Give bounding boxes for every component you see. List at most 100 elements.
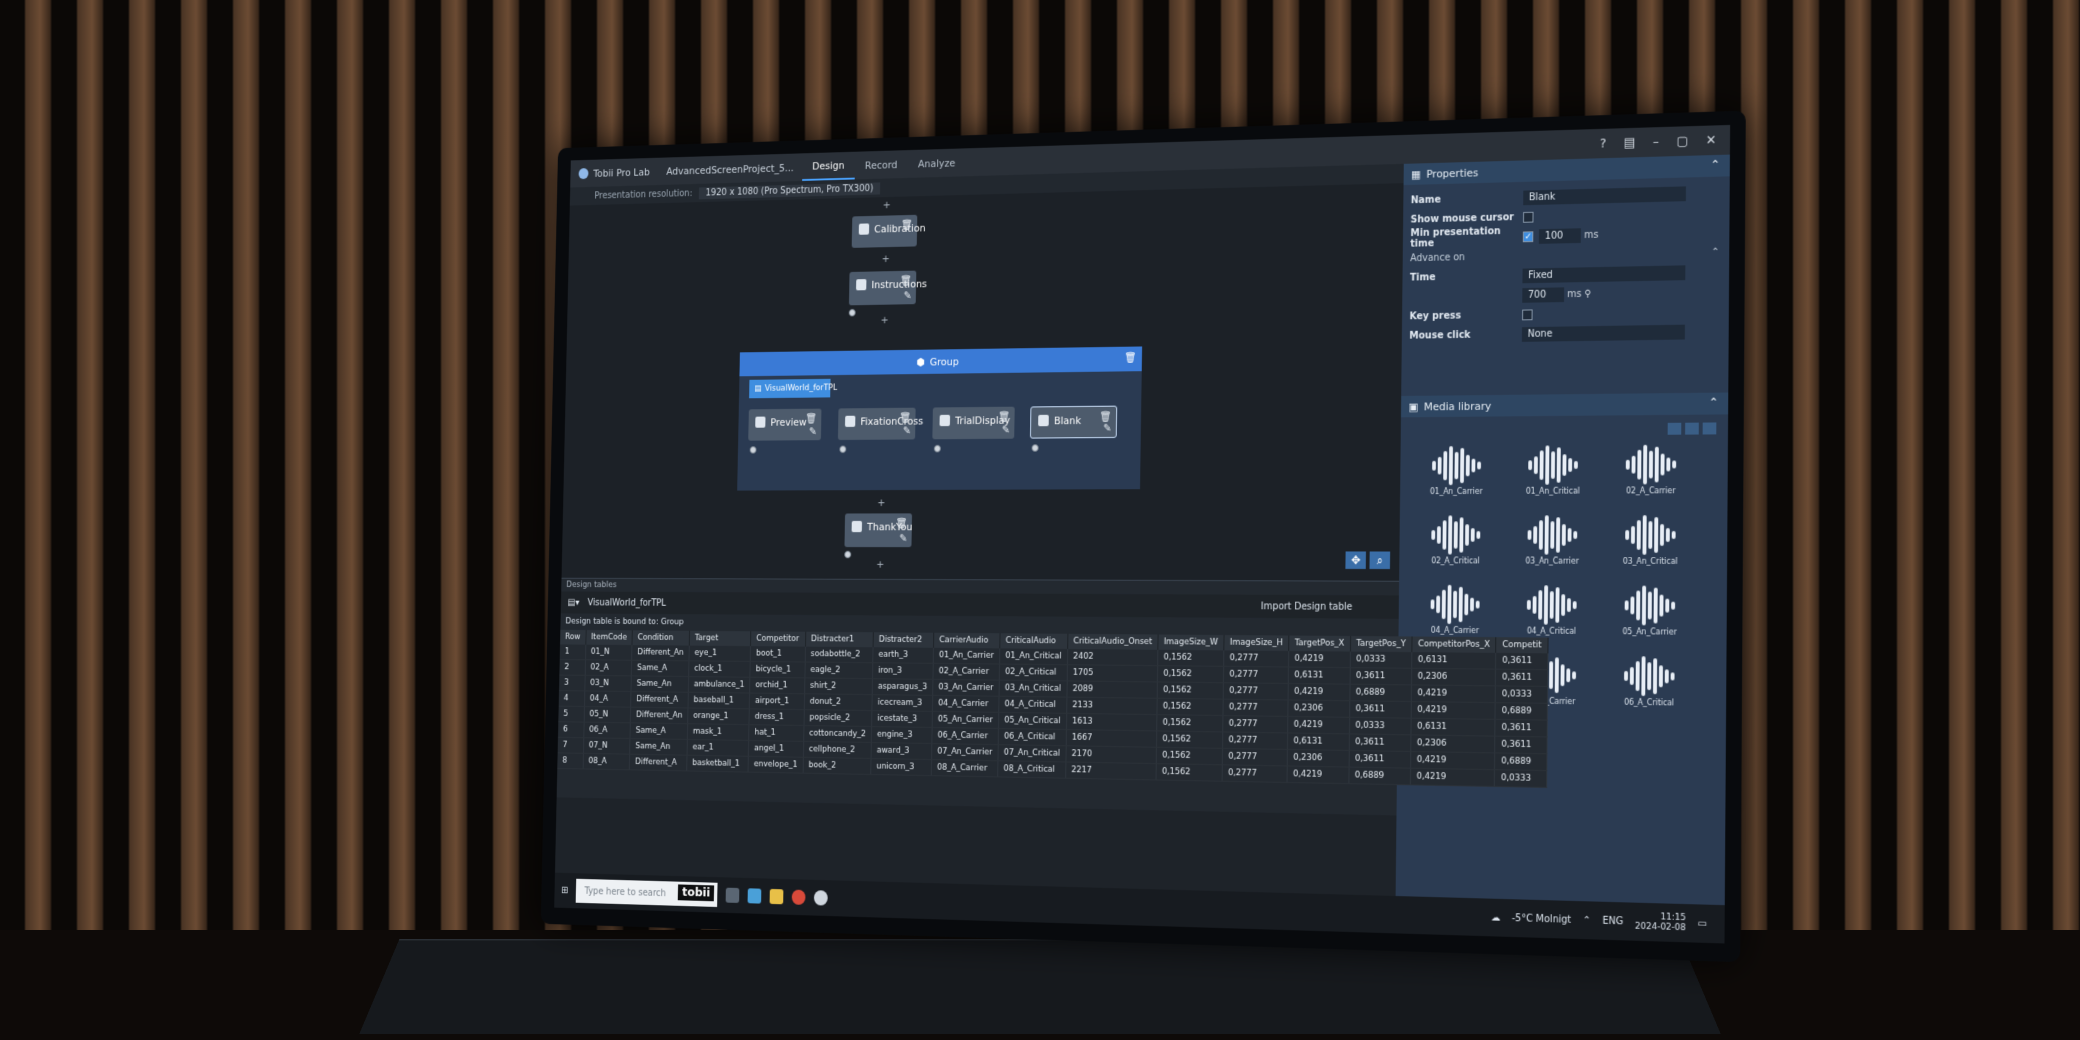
resolution-select[interactable]: 1920 x 1080 (Pro Spectrum, Pro TX300) bbox=[698, 181, 881, 199]
table-cell[interactable]: ambulance_1 bbox=[688, 676, 751, 694]
table-cell[interactable]: 0,4219 bbox=[1411, 701, 1496, 720]
table-cell[interactable]: 0,6889 bbox=[1348, 767, 1411, 785]
media-item[interactable]: 01_An_Carrier bbox=[1409, 444, 1503, 496]
table-cell[interactable]: Same_A bbox=[631, 660, 690, 677]
column-header[interactable]: Distracter1 bbox=[805, 631, 874, 648]
trash-icon[interactable]: 🗑 bbox=[1124, 351, 1137, 364]
table-cell[interactable]: 0,6131 bbox=[1287, 732, 1350, 751]
table-cell[interactable]: eagle_2 bbox=[804, 662, 873, 679]
chevron-up-icon[interactable]: ⌃ bbox=[1709, 396, 1719, 410]
table-cell[interactable]: 0,2306 bbox=[1287, 699, 1350, 718]
media-item[interactable]: 04_A_Critical bbox=[1504, 583, 1600, 636]
add-node-plus-icon[interactable]: + bbox=[876, 558, 885, 570]
table-cell[interactable]: 05_An_Carrier bbox=[932, 711, 999, 729]
table-cell[interactable]: 0,2777 bbox=[1222, 699, 1288, 717]
pencil-icon[interactable]: ✎ bbox=[1103, 422, 1111, 434]
table-cell[interactable]: 01_An_Critical bbox=[999, 648, 1068, 665]
column-header[interactable]: TargetPos_Y bbox=[1350, 636, 1412, 653]
table-cell[interactable]: donut_2 bbox=[804, 693, 873, 711]
file-explorer-icon[interactable] bbox=[769, 888, 784, 905]
trash-icon[interactable]: 🗑 bbox=[899, 411, 911, 423]
table-cell[interactable]: 0,2777 bbox=[1222, 764, 1288, 783]
table-cell[interactable]: 0,0333 bbox=[1495, 685, 1548, 704]
table-cell[interactable]: 0,1562 bbox=[1155, 763, 1223, 782]
table-cell[interactable]: orchid_1 bbox=[749, 677, 805, 694]
table-cell[interactable]: hat_1 bbox=[748, 724, 804, 742]
table-cell[interactable]: 0,3611 bbox=[1495, 652, 1548, 670]
table-cell[interactable]: popsicle_2 bbox=[803, 709, 872, 727]
table-cell[interactable]: 0,2777 bbox=[1222, 715, 1288, 733]
time-ms-field[interactable]: 700 bbox=[1522, 286, 1565, 303]
table-cell[interactable]: 1705 bbox=[1067, 664, 1158, 682]
table-cell[interactable]: 02_A_Carrier bbox=[932, 663, 1000, 681]
table-cell[interactable]: Same_A bbox=[630, 722, 688, 740]
column-header[interactable]: ItemCode bbox=[585, 629, 633, 646]
table-cell[interactable]: sodabottle_2 bbox=[805, 646, 874, 663]
add-node-plus-icon[interactable]: + bbox=[880, 314, 889, 326]
pencil-icon[interactable]: ✎ bbox=[903, 425, 911, 437]
table-cell[interactable]: 0,1562 bbox=[1156, 714, 1223, 732]
table-cell[interactable]: asparagus_3 bbox=[872, 678, 933, 696]
minimize-icon[interactable]: – bbox=[1653, 134, 1659, 149]
trash-icon[interactable]: 🗑 bbox=[901, 219, 913, 231]
column-header[interactable]: ImageSize_W bbox=[1157, 634, 1225, 651]
blank-node[interactable]: Blank 🗑 ✎ bbox=[1029, 405, 1118, 439]
port-dot[interactable] bbox=[839, 445, 847, 454]
table-cell[interactable]: baseball_1 bbox=[688, 692, 750, 709]
table-cell[interactable]: mask_1 bbox=[687, 723, 750, 741]
table-cell[interactable]: Different_A bbox=[629, 754, 688, 771]
table-cell[interactable]: iron_3 bbox=[872, 662, 934, 680]
pencil-icon[interactable]: ✎ bbox=[809, 425, 817, 437]
table-cell[interactable]: 2133 bbox=[1066, 697, 1158, 715]
media-item[interactable]: 02_A_Carrier bbox=[1602, 442, 1699, 495]
show-cursor-checkbox[interactable] bbox=[1523, 211, 1534, 223]
table-cell[interactable]: engine_3 bbox=[871, 726, 933, 744]
table-cell[interactable]: 7 bbox=[557, 737, 584, 754]
tobii-pro-lab-icon[interactable] bbox=[814, 890, 829, 906]
table-cell[interactable]: 0,2777 bbox=[1223, 666, 1289, 684]
table-cell[interactable]: 2402 bbox=[1067, 649, 1158, 666]
table-cell[interactable]: 0,1562 bbox=[1157, 681, 1224, 700]
table-cell[interactable]: airport_1 bbox=[749, 693, 805, 710]
table-cell[interactable]: 0,4219 bbox=[1411, 684, 1496, 703]
link-icon[interactable]: ⚲ bbox=[1584, 288, 1591, 299]
table-cell[interactable]: envelope_1 bbox=[748, 756, 804, 774]
close-icon[interactable]: ✕ bbox=[1706, 133, 1717, 148]
table-cell[interactable]: 0,2777 bbox=[1222, 731, 1288, 750]
table-cell[interactable]: 05_N bbox=[583, 706, 631, 723]
table-cell[interactable]: 0,3611 bbox=[1495, 669, 1548, 687]
media-item[interactable]: 02_A_Critical bbox=[1409, 513, 1504, 565]
table-cell[interactable]: boot_1 bbox=[750, 646, 806, 663]
media-item[interactable]: 01_An_Critical bbox=[1505, 443, 1601, 496]
column-header[interactable]: Row bbox=[560, 629, 586, 645]
table-cell[interactable]: 0,3611 bbox=[1349, 733, 1411, 752]
mouse-click-select[interactable]: None bbox=[1521, 324, 1685, 342]
port-dot[interactable] bbox=[1031, 444, 1039, 452]
grid-view-icon[interactable] bbox=[1667, 422, 1682, 435]
tab-record[interactable]: Record bbox=[854, 150, 907, 179]
table-cell[interactable]: 0,6131 bbox=[1288, 666, 1351, 685]
table-cell[interactable]: orange_1 bbox=[687, 707, 750, 725]
table-cell[interactable]: 0,1562 bbox=[1156, 747, 1223, 765]
table-cell[interactable]: 0,2777 bbox=[1223, 682, 1289, 700]
table-cell[interactable]: 0,3611 bbox=[1495, 736, 1548, 754]
table-cell[interactable]: Different_An bbox=[630, 707, 689, 724]
table-cell[interactable]: bicycle_1 bbox=[750, 661, 806, 678]
table-cell[interactable]: 2089 bbox=[1066, 680, 1158, 699]
table-cell[interactable]: angel_1 bbox=[748, 740, 804, 758]
column-header[interactable]: CarrierAudio bbox=[933, 632, 1001, 649]
table-cell[interactable]: 06_A bbox=[583, 722, 631, 739]
chrome-icon[interactable] bbox=[791, 889, 806, 905]
table-cell[interactable]: 2217 bbox=[1065, 761, 1157, 780]
table-cell[interactable]: ear_1 bbox=[687, 739, 749, 757]
table-cell[interactable]: 6 bbox=[557, 721, 584, 738]
name-field[interactable]: Blank bbox=[1523, 185, 1686, 205]
table-cell[interactable]: 2170 bbox=[1065, 745, 1157, 764]
table-cell[interactable]: 0,4219 bbox=[1286, 765, 1349, 784]
table-cell[interactable]: 2 bbox=[559, 659, 586, 676]
help-icon[interactable]: ? bbox=[1600, 136, 1607, 151]
trash-icon[interactable]: 🗑 bbox=[805, 412, 817, 424]
table-cell[interactable]: cellphone_2 bbox=[803, 741, 872, 759]
key-press-checkbox[interactable] bbox=[1522, 308, 1533, 320]
table-cell[interactable]: 04_A_Carrier bbox=[932, 695, 1000, 713]
